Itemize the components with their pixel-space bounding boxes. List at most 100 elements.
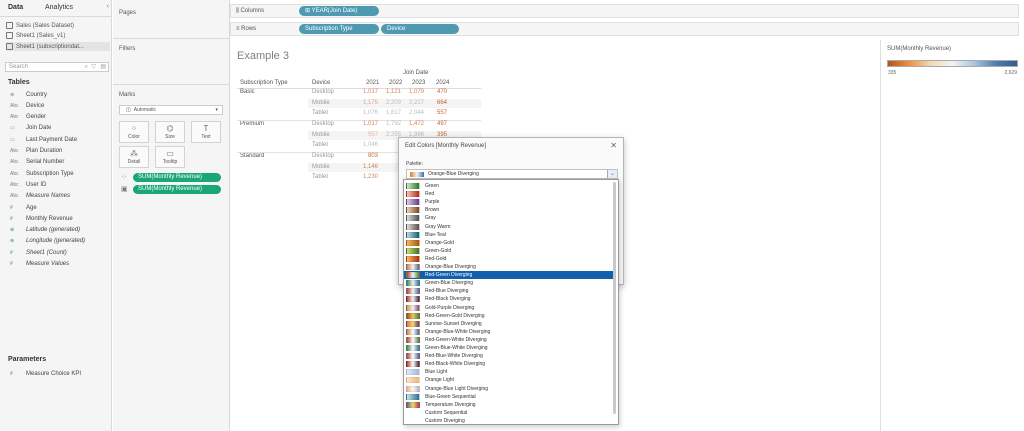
palette-option[interactable]: Temperature Diverging: [406, 401, 614, 409]
rows-pill-device[interactable]: Device: [381, 24, 459, 34]
palette-option[interactable]: Red-Black Diverging: [406, 295, 614, 303]
shelves-pane: Pages Filters Marks ◫ Automatic ▾ ⁘ Color …: [113, 0, 230, 431]
palette-option[interactable]: Orange-Gold: [406, 239, 614, 247]
palette-option[interactable]: Orange-Blue Diverging: [406, 263, 614, 271]
field-item[interactable]: Abc User ID: [10, 180, 46, 189]
palette-option[interactable]: Green-Blue Diverging: [406, 279, 614, 287]
field-type-icon: ▭: [10, 136, 15, 143]
rows-shelf[interactable]: ≡ Rows Subscription Type Device: [230, 22, 1019, 36]
size-button[interactable]: ⌬ Size: [155, 121, 185, 143]
tab-analytics[interactable]: Analytics: [45, 4, 73, 11]
palette-option[interactable]: Sunrise-Sunset Diverging: [406, 320, 614, 328]
palette-option[interactable]: Blue Light: [406, 368, 614, 376]
legend-min: 335: [888, 70, 897, 76]
palette-option[interactable]: Green-Gold: [406, 247, 614, 255]
palette-option[interactable]: Purple: [406, 198, 614, 206]
tooltip-button[interactable]: ▭ Tooltip: [155, 146, 185, 168]
scrollbar[interactable]: [613, 182, 616, 414]
field-item[interactable]: # Measure Values: [10, 260, 69, 269]
palette-option[interactable]: Orange Light: [406, 376, 614, 384]
tab-data[interactable]: Data: [8, 4, 23, 11]
text-pill[interactable]: SUM(Monthly Revenue): [133, 185, 221, 194]
palette-option[interactable]: Red-Green-White Diverging: [406, 336, 614, 344]
columns-pill[interactable]: ⊞ YEAR(Join Date): [299, 6, 379, 16]
palette-option[interactable]: Custom Sequential: [406, 409, 614, 417]
mark-type-select[interactable]: ◫ Automatic ▾: [119, 105, 223, 115]
palette-option[interactable]: Red-Blue Diverging: [406, 287, 614, 295]
palette-option[interactable]: Orange-Blue Light Diverging: [406, 385, 614, 393]
field-type-icon: #: [10, 249, 13, 256]
palette-option[interactable]: Blue-Green Sequential: [406, 393, 614, 401]
palette-swatch: [406, 328, 420, 335]
palette-swatch: [406, 191, 420, 198]
field-item[interactable]: # Sheet1 (Count): [10, 248, 67, 257]
field-item[interactable]: ▭ Last Payment Date: [10, 135, 77, 144]
palette-option-label: Orange-Blue-White Diverging: [425, 328, 491, 335]
palette-option[interactable]: Red-Black-White Diverging: [406, 360, 614, 368]
collapse-icon[interactable]: ‹: [107, 3, 109, 10]
palette-option[interactable]: Gray: [406, 214, 614, 222]
field-item[interactable]: Abc Gender: [10, 113, 46, 122]
columns-shelf[interactable]: ⫼ Columns ⊞ YEAR(Join Date): [230, 4, 1019, 18]
color-pill[interactable]: SUM(Monthly Revenue): [133, 173, 221, 182]
datasource-item[interactable]: Sheet1 (Sales_v1): [6, 31, 110, 40]
device-label: Mobile: [312, 131, 330, 138]
chevron-down-icon: ▾: [215, 107, 218, 113]
palette-option[interactable]: Gold-Purple Diverging: [406, 304, 614, 312]
close-icon[interactable]: ✕: [610, 141, 617, 150]
date-icon: ⊞: [305, 8, 312, 14]
palette-option[interactable]: Red-Green Diverging: [404, 271, 614, 280]
mark-type-icon: ◫: [126, 107, 131, 113]
field-type-icon: #: [10, 215, 13, 222]
field-item[interactable]: Abc Subscription Type: [10, 169, 74, 178]
datasource-item-selected[interactable]: Sheet1 (subscriptiondat...: [6, 42, 110, 51]
palette-swatch: [406, 320, 420, 327]
field-item[interactable]: Abc Serial Number: [10, 158, 64, 167]
field-item[interactable]: # Age: [10, 203, 37, 212]
field-item[interactable]: Abc Measure Names: [10, 192, 70, 201]
year-header: 2022: [389, 80, 403, 86]
field-item[interactable]: # Monthly Revenue: [10, 214, 73, 223]
value-cell: 1,175: [362, 99, 378, 106]
field-item[interactable]: Abc Plan Duration: [10, 147, 62, 156]
chevron-down-icon[interactable]: ⌄: [607, 170, 617, 178]
palette-option[interactable]: Gray Warm: [406, 223, 614, 231]
rows-pill-subscription[interactable]: Subscription Type: [299, 24, 379, 34]
field-item[interactable]: ⊕ Country: [10, 90, 47, 99]
palette-select[interactable]: Orange-Blue Diverging ⌄: [406, 169, 618, 179]
field-item[interactable]: ⊕ Latitude (generated): [10, 226, 80, 235]
search-icon[interactable]: ⌕: [85, 63, 88, 72]
palette-option[interactable]: Green: [406, 182, 614, 190]
field-item[interactable]: ⊕ Longitude (generated): [10, 237, 85, 246]
search-input[interactable]: Search ⌕ ▽ ▤: [5, 62, 109, 72]
field-type-icon: Abc: [10, 181, 19, 188]
palette-swatch: [406, 312, 420, 319]
palette-option[interactable]: Red-Green-Gold Diverging: [406, 312, 614, 320]
database-icon: [6, 32, 13, 39]
text-button[interactable]: T Text: [191, 121, 221, 143]
text-encoding-icon: ▣: [121, 186, 128, 193]
parameter-item[interactable]: # Measure Choice KPI: [10, 369, 81, 378]
palette-option[interactable]: Red-Gold: [406, 255, 614, 263]
field-item[interactable]: ▭ Join Date: [10, 124, 51, 133]
color-button[interactable]: ⁘ Color: [119, 121, 149, 143]
palette-option[interactable]: Brown: [406, 206, 614, 214]
view-options-icon[interactable]: ▤: [100, 63, 106, 72]
palette-option[interactable]: Blue-Teal: [406, 231, 614, 239]
field-item[interactable]: Abc Device: [10, 101, 44, 110]
palette-option-label: Orange-Blue Diverging: [425, 264, 476, 270]
field-name: Longitude (generated): [26, 238, 86, 245]
value-cell: 1,017: [362, 89, 378, 95]
filter-icon[interactable]: ▽: [91, 63, 96, 72]
palette-option[interactable]: Custom Diverging: [406, 417, 614, 425]
palette-swatch: [406, 353, 420, 360]
palette-option[interactable]: Red-Blue-White Diverging: [406, 352, 614, 360]
palette-option[interactable]: Red: [406, 190, 614, 198]
palette-swatch: [406, 231, 420, 238]
detail-button[interactable]: ⁂ Detail: [119, 146, 149, 168]
legend-gradient[interactable]: [887, 60, 1018, 67]
palette-option[interactable]: Green-Blue-White Diverging: [406, 344, 614, 352]
datasource-item[interactable]: Sales (Sales Dataset): [6, 21, 110, 30]
palette-option[interactable]: Orange-Blue-White Diverging: [406, 328, 614, 336]
palette-swatch: [406, 377, 420, 384]
